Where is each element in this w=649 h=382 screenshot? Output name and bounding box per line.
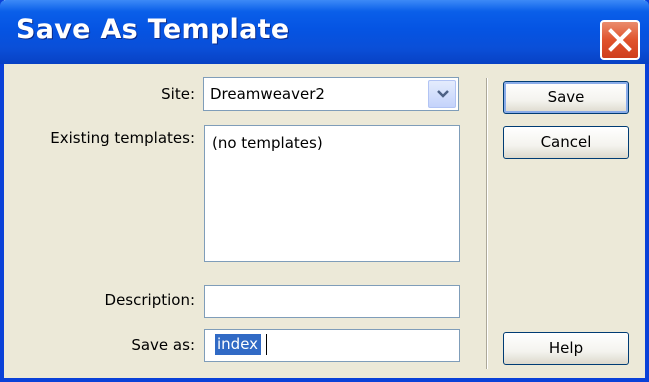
close-button[interactable]: [600, 20, 640, 60]
site-dropdown[interactable]: Dreamweaver2: [203, 77, 459, 111]
saveas-field[interactable]: index: [204, 329, 460, 362]
help-button[interactable]: Help: [503, 332, 629, 365]
dialog-title: Save As Template: [16, 14, 290, 45]
existing-templates-list[interactable]: (no templates): [204, 125, 460, 262]
existing-templates-label: Existing templates:: [50, 129, 195, 147]
close-icon: [608, 28, 632, 52]
description-label: Description:: [104, 291, 195, 309]
save-as-template-dialog: Save As Template Site: Dreamweaver2 Exis…: [0, 0, 649, 382]
title-bar[interactable]: Save As Template: [0, 0, 649, 64]
divider: [486, 78, 487, 369]
cancel-button[interactable]: Cancel: [503, 126, 629, 159]
chevron-down-icon: [437, 90, 449, 98]
description-field[interactable]: [204, 285, 460, 318]
site-label: Site:: [161, 85, 195, 103]
saveas-value: index: [215, 334, 262, 355]
save-button[interactable]: Save: [503, 81, 629, 114]
saveas-label: Save as:: [131, 336, 195, 354]
dropdown-arrow-button[interactable]: [428, 80, 456, 108]
text-caret: [266, 334, 267, 355]
site-value: Dreamweaver2: [210, 85, 325, 103]
list-item[interactable]: (no templates): [212, 134, 323, 152]
